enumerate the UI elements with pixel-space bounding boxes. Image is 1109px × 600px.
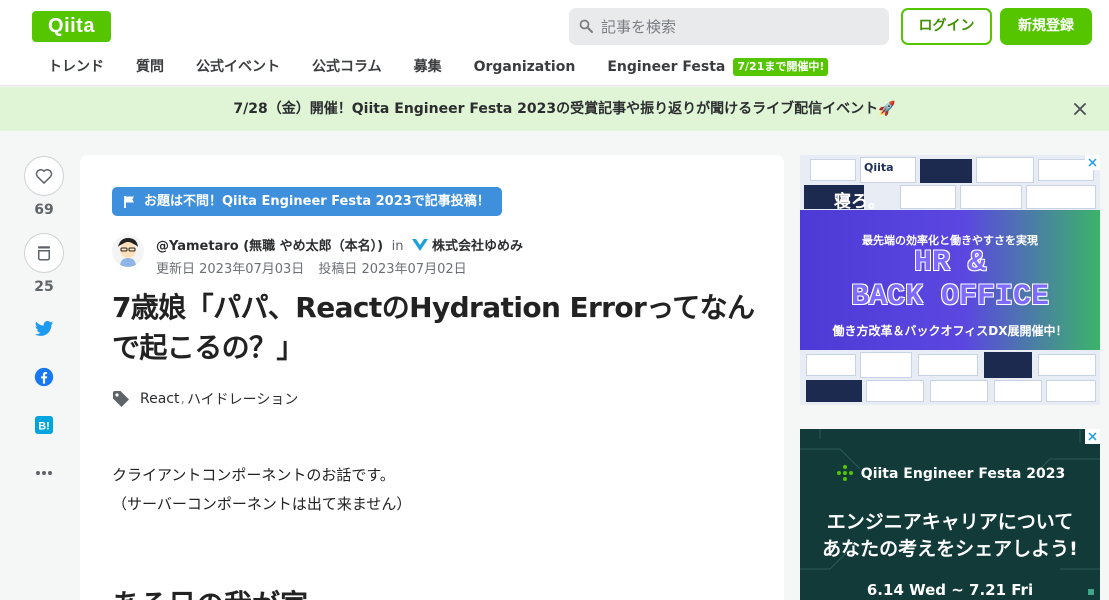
article-actions: 69 25 B! [24,156,64,485]
ad-subtext: 働き方改革＆バックオフィスDX展開催中！ [832,324,1068,338]
campaign-text: お題は不問！Qiita Engineer Festa 2023で記事投稿！ [144,194,490,209]
nav-item-questions[interactable]: 質問 [120,54,180,80]
like-count: 69 [34,202,54,218]
ad-line-2: あなたの考えをシェアしよう! [822,538,1078,560]
ad-collage-top: 寝ろ。 Qiita [800,155,1100,212]
organization-name[interactable]: 株式会社ゆめみ [432,239,523,254]
more-options-button[interactable] [24,461,64,485]
updated-date: 更新日 2023年07月03日 [156,262,305,277]
twitter-share-button[interactable] [24,317,64,341]
ad-line-1: エンジニアキャリアについて [826,511,1074,533]
search-box[interactable] [569,8,889,45]
more-icon [36,471,52,475]
tag-separator: , [180,391,185,407]
festa-logo-icon [836,465,853,481]
search-input[interactable] [601,8,881,45]
nav-item-official-events[interactable]: 公式イベント [180,54,296,80]
article-card: お題は不問！Qiita Engineer Festa 2023で記事投稿！ @Y… [80,155,784,600]
nav-item-official-columns[interactable]: 公式コラム [296,54,398,80]
avatar[interactable] [112,235,144,267]
login-button[interactable]: ログイン [901,8,992,45]
ad-collage-bottom [800,350,1100,405]
tag-item[interactable]: ハイドレーション [187,389,298,409]
ad-close-icon[interactable] [1085,429,1100,444]
tag-list: React, ハイドレーション [112,387,298,411]
festa-status-badge: 7/21まで開催中! [733,58,829,76]
twitter-icon [34,321,54,336]
avatar-image [112,235,144,267]
ad-festa-brand: Qiita Engineer Festa 2023 [800,463,1100,483]
organization-logo-icon [412,239,429,251]
article-dates: 更新日 2023年07月03日 投稿日 2023年07月02日 [156,258,467,277]
ad-brand: Qiita [864,161,894,174]
nav-item-trend[interactable]: トレンド [32,54,120,80]
body-paragraph: （サーバーコンポーネントは出て来ません） [112,495,412,513]
facebook-icon [34,367,54,387]
author-name[interactable]: @Yametaro (無職 やめ太郎（本名）) [156,239,383,254]
qiita-logo[interactable]: Qiita [32,11,111,42]
site-header: Qiita ログイン 新規登録 トレンド 質問 公式イベント 公式コラム 募集 … [0,0,1109,86]
campaign-badge[interactable]: お題は不問！Qiita Engineer Festa 2023で記事投稿！ [112,187,502,216]
flag-icon [124,196,134,208]
ad-banner-hr-backoffice[interactable]: 寝ろ。 Qiita 最先端の効率化と働きやすさを実現 HR & BACK OFF… [800,155,1100,405]
facebook-share-button[interactable] [24,365,64,389]
stock-icon [38,246,50,261]
ad-headline-2: BACK OFFICE [850,280,1050,314]
section-heading: ある日の我が家 [112,583,308,600]
ad-banner-engineer-festa[interactable]: Qiita Engineer Festa 2023 エンジニアキャリアについて … [800,429,1100,600]
announcement-banner: 7/28（金）開催！Qiita Engineer Festa 2023の受賞記事… [0,87,1109,131]
ad-close-icon[interactable] [1085,155,1100,170]
author-in-label: in [391,239,404,254]
heart-icon [35,168,53,184]
stock-count: 25 [34,279,54,295]
author-info: @Yametaro (無職 やめ太郎（本名）) in 株式会社ゆめみ 更新日 2… [112,233,752,277]
tag-icon [113,391,129,407]
article-title: 7歳娘「パパ、ReactのHydration Errorってなんで起こるの？」 [112,291,755,364]
nav-item-engineer-festa[interactable]: Engineer Festa [591,54,741,80]
ad-festa-title: Qiita Engineer Festa 2023 [860,466,1066,482]
author-line: @Yametaro (無職 やめ太郎（本名）) in 株式会社ゆめみ [156,235,523,254]
main-nav: トレンド 質問 公式イベント 公式コラム 募集 Organization Eng… [32,54,829,80]
svg-text:B!: B! [38,421,50,433]
search-icon [579,19,593,33]
like-button[interactable] [24,156,64,196]
body-paragraph: クライアントコンポーネントのお話です。 [112,466,395,484]
ad-headline-1: HR & [913,246,986,280]
stock-button[interactable] [24,233,64,273]
ad-main-panel: 最先端の効率化と働きやすさを実現 HR & BACK OFFICE 働き方改革＆… [800,210,1100,350]
posted-date: 投稿日 2023年07月02日 [318,262,467,277]
hatena-bookmark-icon: B! [35,416,53,434]
close-icon[interactable] [1072,101,1088,117]
tag-item[interactable]: React [140,391,179,407]
ad-side-text: 寝ろ。 [834,192,885,212]
nav-item-organization[interactable]: Organization [458,54,592,80]
signup-button[interactable]: 新規登録 [1000,8,1092,45]
nav-item-recruiting[interactable]: 募集 [398,54,458,80]
hatena-bookmark-button[interactable]: B! [24,413,64,437]
article-body: クライアントコンポーネントのお話です。 （サーバーコンポーネントは出て来ません） [112,461,411,519]
ad-dates: 6.14 Wed ~ 7.21 Fri [866,581,1034,599]
banner-link[interactable]: 7/28（金）開催！Qiita Engineer Festa 2023の受賞記事… [0,87,1109,131]
